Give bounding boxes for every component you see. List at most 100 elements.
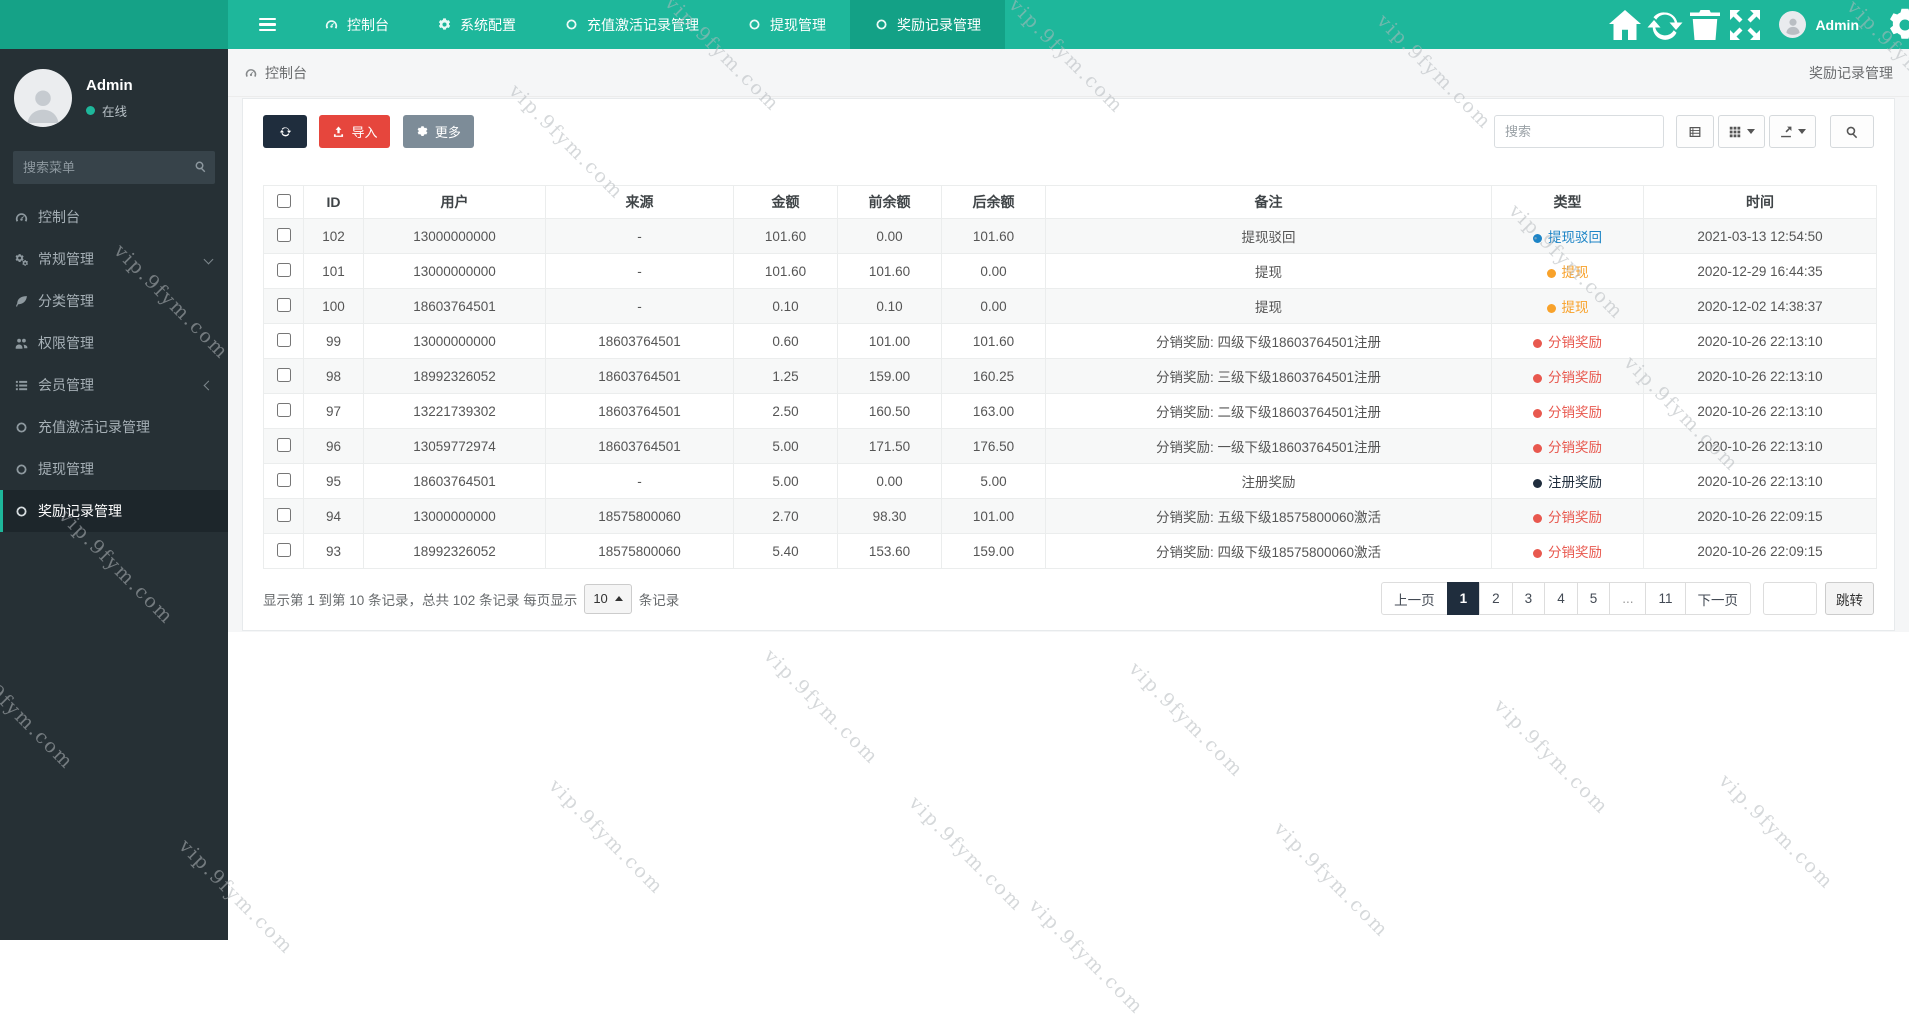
cell-remark: 分销奖励: 一级下级18603764501注册 bbox=[1045, 428, 1492, 464]
home-icon[interactable] bbox=[1605, 0, 1645, 49]
page-button[interactable]: 下一页 bbox=[1684, 582, 1751, 615]
search-icon[interactable] bbox=[194, 160, 207, 173]
row-select-cell bbox=[263, 253, 304, 289]
row-checkbox[interactable] bbox=[276, 332, 291, 347]
row-checkbox[interactable] bbox=[276, 227, 291, 242]
table-search-input[interactable] bbox=[1494, 115, 1664, 148]
sidebar-item-5[interactable]: 会员管理 bbox=[0, 364, 228, 406]
sidebar-item-6[interactable]: 充值激活记录管理 bbox=[0, 406, 228, 448]
table-row: 95 18603764501-5.00 0.00 5.00 注册奖励 注册奖励 2020-1… bbox=[263, 463, 1877, 499]
page-button[interactable]: 2 bbox=[1479, 582, 1513, 615]
row-checkbox[interactable] bbox=[276, 262, 291, 277]
refresh-button[interactable] bbox=[263, 115, 307, 148]
toolbar-right bbox=[1494, 115, 1874, 148]
cell-remark: 分销奖励: 四级下级18575800060激活 bbox=[1045, 533, 1492, 569]
cell-remark: 提现驳回 bbox=[1045, 218, 1492, 254]
page-button[interactable]: 上一页 bbox=[1381, 582, 1448, 615]
export-dropdown-button[interactable] bbox=[1769, 115, 1816, 148]
cell-user: 13000000000 bbox=[363, 323, 546, 359]
cell-amount: 5.40 bbox=[733, 533, 838, 569]
table-header-row: ID 用户 来源 金额 前余额 后余额 备注 类型 时间 bbox=[263, 185, 1877, 219]
cell-user: 13000000000 bbox=[363, 253, 546, 289]
sidebar-item-2[interactable]: 常规管理 bbox=[0, 238, 228, 280]
cell-id: 97 bbox=[303, 393, 364, 429]
jump-page-input[interactable] bbox=[1763, 582, 1817, 615]
row-checkbox[interactable] bbox=[276, 507, 291, 522]
toggle-view-button[interactable] bbox=[1676, 115, 1714, 148]
more-button-label: 更多 bbox=[434, 125, 461, 140]
page-button-active[interactable]: 1 bbox=[1446, 582, 1481, 615]
topbar-username[interactable]: Admin bbox=[1815, 17, 1859, 33]
topnav-tab-4[interactable]: 提现管理 bbox=[723, 0, 850, 49]
trash-icon[interactable] bbox=[1685, 0, 1725, 49]
row-checkbox[interactable] bbox=[276, 367, 291, 382]
row-checkbox[interactable] bbox=[276, 542, 291, 557]
cell-type: 提现 bbox=[1491, 288, 1644, 324]
cell-source: 18603764501 bbox=[545, 393, 734, 429]
dashboard-icon bbox=[14, 210, 38, 225]
circle-icon bbox=[747, 17, 762, 32]
jump-button[interactable]: 跳转 bbox=[1825, 582, 1874, 615]
cell-id: 94 bbox=[303, 498, 364, 534]
page-button[interactable]: 3 bbox=[1511, 582, 1546, 615]
type-dot-icon bbox=[1533, 549, 1542, 558]
avatar[interactable] bbox=[14, 69, 72, 127]
sidebar-username: Admin bbox=[86, 77, 133, 94]
cell-type: 提现 bbox=[1491, 253, 1644, 289]
sidebar-item-3[interactable]: 分类管理 bbox=[0, 280, 228, 322]
avatar[interactable] bbox=[1779, 11, 1807, 38]
cell-after: 176.50 bbox=[941, 428, 1046, 464]
row-select-cell bbox=[263, 288, 304, 324]
type-dot-icon bbox=[1546, 269, 1556, 278]
cell-before: 0.00 bbox=[837, 463, 942, 499]
sidebar-item-8[interactable]: 奖励记录管理 bbox=[0, 490, 228, 532]
import-button[interactable]: 导入 bbox=[319, 115, 391, 148]
menu-toggle-button[interactable] bbox=[243, 0, 291, 49]
row-checkbox[interactable] bbox=[276, 297, 291, 312]
cell-user: 13221739302 bbox=[363, 393, 546, 429]
cell-remark: 提现 bbox=[1045, 253, 1492, 289]
row-select-cell bbox=[263, 498, 304, 534]
page-button[interactable]: 5 bbox=[1576, 582, 1611, 615]
page-size-dropdown[interactable]: 10 bbox=[584, 583, 632, 614]
select-all-checkbox[interactable] bbox=[276, 193, 291, 208]
import-button-label: 导入 bbox=[351, 125, 378, 140]
watermark-text: vip.9fym.com bbox=[1489, 695, 1614, 819]
topnav-tab-5[interactable]: 奖励记录管理 bbox=[850, 0, 1005, 49]
cell-amount: 101.60 bbox=[733, 218, 838, 254]
topnav-tab-label: 奖励记录管理 bbox=[897, 16, 981, 33]
dashboard-icon bbox=[244, 66, 258, 80]
cell-time: 2020-12-02 14:38:37 bbox=[1643, 288, 1877, 324]
page-button[interactable]: 4 bbox=[1544, 582, 1578, 615]
topnav-tab-1[interactable]: 控制台 bbox=[300, 0, 413, 49]
settings-gears-icon[interactable] bbox=[1885, 0, 1909, 49]
row-checkbox[interactable] bbox=[276, 472, 291, 487]
type-dot-icon bbox=[1533, 234, 1542, 243]
sidebar-item-1[interactable]: 控制台 bbox=[0, 196, 228, 238]
expand-icon[interactable] bbox=[1725, 0, 1765, 49]
breadcrumb-title[interactable]: 控制台 bbox=[265, 63, 307, 83]
select-all-cell bbox=[263, 185, 304, 219]
refresh-icon[interactable] bbox=[1645, 0, 1685, 49]
row-checkbox[interactable] bbox=[276, 402, 291, 417]
type-label: 分销奖励 bbox=[1548, 440, 1602, 455]
menu-search-input[interactable] bbox=[13, 151, 215, 184]
cell-type: 分销奖励 bbox=[1491, 323, 1644, 359]
cell-remark: 分销奖励: 二级下级18603764501注册 bbox=[1045, 393, 1492, 429]
search-button[interactable] bbox=[1830, 115, 1874, 148]
watermark-text: vip.9fym.com bbox=[1124, 658, 1249, 782]
cell-source: 18603764501 bbox=[545, 358, 734, 394]
row-checkbox[interactable] bbox=[276, 437, 291, 452]
cell-type: 注册奖励 bbox=[1491, 463, 1644, 499]
page-button[interactable]: 11 bbox=[1645, 582, 1686, 615]
columns-dropdown-button[interactable] bbox=[1718, 115, 1765, 148]
topnav-tab-2[interactable]: 系统配置 bbox=[413, 0, 540, 49]
more-button[interactable]: 更多 bbox=[402, 115, 474, 148]
watermark-text: vip.9fym.com bbox=[544, 775, 669, 899]
topnav-tab-3[interactable]: 充值激活记录管理 bbox=[540, 0, 723, 49]
cell-amount: 2.50 bbox=[733, 393, 838, 429]
sidebar-item-7[interactable]: 提现管理 bbox=[0, 448, 228, 490]
sidebar-item-4[interactable]: 权限管理 bbox=[0, 322, 228, 364]
sidebar-item-label: 会员管理 bbox=[38, 377, 94, 393]
type-dot-icon bbox=[1533, 479, 1542, 488]
